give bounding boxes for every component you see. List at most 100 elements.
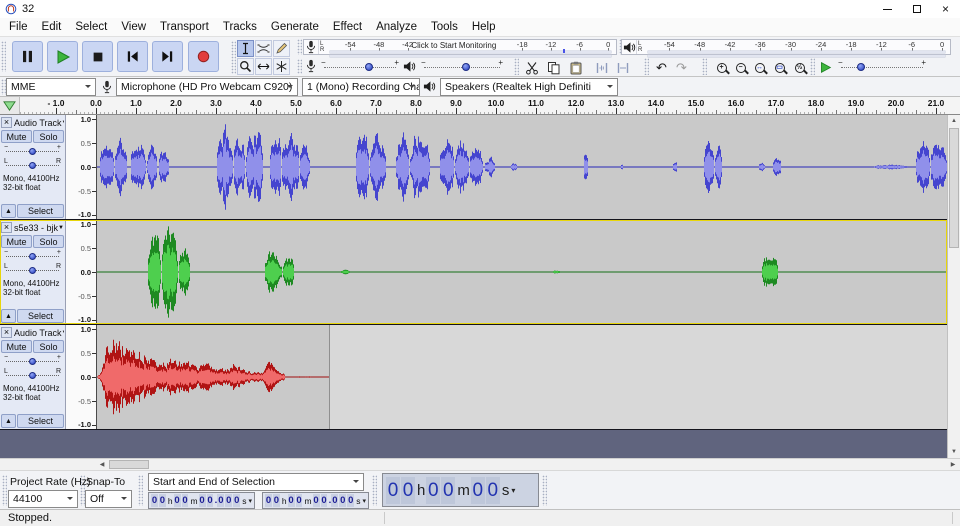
stop-button[interactable] <box>82 41 113 72</box>
zoomtool-tool-button[interactable] <box>237 58 254 75</box>
skipend-button[interactable] <box>152 41 183 72</box>
empty-track-area[interactable] <box>329 325 947 429</box>
slider-thumb[interactable] <box>29 358 36 365</box>
toolbar-grip[interactable] <box>138 475 143 506</box>
toolbar-grip[interactable] <box>514 58 519 75</box>
time-digit[interactable]: 0 <box>174 494 181 507</box>
close-button[interactable]: × <box>931 0 960 18</box>
redo-button[interactable]: ↷ <box>672 59 691 76</box>
zoom-sel-button[interactable]: ↔ <box>750 59 769 76</box>
select-button[interactable]: Select <box>17 309 64 323</box>
envelope-tool-button[interactable] <box>255 40 272 57</box>
menu-help[interactable]: Help <box>465 20 503 34</box>
toolbar-grip[interactable] <box>810 58 815 75</box>
scroll-down-button[interactable]: ▼ <box>948 446 960 458</box>
time-digit[interactable]: 0 <box>426 477 440 504</box>
play-at-speed-button[interactable] <box>816 59 835 76</box>
play-speed-slider[interactable]: −+ <box>838 59 926 73</box>
draw-tool-button[interactable] <box>273 40 290 57</box>
slider-thumb[interactable] <box>29 267 36 274</box>
scroll-up-button[interactable]: ▲ <box>948 115 960 127</box>
solo-button[interactable]: Solo <box>33 340 64 353</box>
slider-thumb[interactable] <box>29 162 36 169</box>
playback-device-select[interactable]: Speakers (Realtek High Definiti <box>440 78 618 96</box>
zoom-in-button[interactable]: + <box>712 59 731 76</box>
menu-view[interactable]: View <box>114 20 153 34</box>
time-digit[interactable]: 0 <box>347 494 354 507</box>
toolbar-grip[interactable] <box>372 475 377 506</box>
selection-tool-button[interactable] <box>237 40 254 57</box>
project-rate-select[interactable]: 44100 <box>8 490 78 508</box>
toolbar-grip[interactable] <box>702 58 707 75</box>
gain-slider[interactable]: −+ <box>4 144 61 157</box>
playback-volume-slider[interactable]: −+ <box>421 59 503 73</box>
maximize-button[interactable] <box>902 0 931 18</box>
recording-volume-slider[interactable]: −+ <box>321 59 399 73</box>
undo-button[interactable]: ↶ <box>652 59 671 76</box>
menu-file[interactable]: File <box>2 20 35 34</box>
tracks-empty-area[interactable] <box>0 430 947 458</box>
time-digit[interactable]: 0 <box>207 494 214 507</box>
time-digit[interactable]: 0 <box>486 477 500 504</box>
slider-thumb[interactable] <box>29 148 36 155</box>
time-digit[interactable]: 0 <box>225 494 232 507</box>
pan-slider[interactable]: LR <box>4 158 61 171</box>
waveform-track-1[interactable] <box>97 115 947 219</box>
menu-edit[interactable]: Edit <box>35 20 69 34</box>
select-button[interactable]: Select <box>17 204 64 218</box>
time-digit[interactable]: 0 <box>199 494 206 507</box>
audio-host-select[interactable]: MME <box>6 78 96 96</box>
minimize-button[interactable] <box>873 0 902 18</box>
menu-tools[interactable]: Tools <box>424 20 465 34</box>
zoom-fit-button[interactable]: ▭ <box>770 59 789 76</box>
vertical-scrollbar[interactable]: ▲▼ <box>947 115 960 458</box>
waveform-track-2[interactable] <box>97 220 947 324</box>
toolbar-grip[interactable] <box>644 58 649 75</box>
toolbar-grip[interactable] <box>231 41 236 74</box>
toolbar-grip[interactable] <box>1 41 6 72</box>
select-button[interactable]: Select <box>17 414 64 428</box>
track-title-menu[interactable]: s5e33 - bjk▼ <box>12 223 64 233</box>
toolbar-grip[interactable] <box>297 59 302 74</box>
selection-start-field[interactable]: 00h00m00.000s▾ <box>148 492 255 509</box>
slider-thumb[interactable] <box>365 63 373 71</box>
time-digit[interactable]: 0 <box>182 494 189 507</box>
timeshift-tool-button[interactable] <box>255 58 272 75</box>
menu-analyze[interactable]: Analyze <box>369 20 424 34</box>
toolbar-grip[interactable] <box>297 39 302 55</box>
collapse-button[interactable]: ▲ <box>1 204 16 218</box>
collapse-button[interactable]: ▲ <box>1 414 16 428</box>
pan-slider[interactable]: LR <box>4 263 61 276</box>
slider-thumb[interactable] <box>29 253 36 260</box>
gain-slider[interactable]: −+ <box>4 249 61 262</box>
horizontal-scrollbar[interactable]: ◀▶ <box>0 458 960 470</box>
multi-tool-button[interactable] <box>273 58 290 75</box>
zoom-toggle-button[interactable]: ½ <box>790 59 809 76</box>
time-digit[interactable]: 0 <box>321 494 328 507</box>
time-digit[interactable]: 0 <box>386 477 400 504</box>
paste-button[interactable] <box>566 59 585 76</box>
zoom-out-button[interactable]: − <box>731 59 750 76</box>
copy-button[interactable] <box>544 59 563 76</box>
gain-slider[interactable]: −+ <box>4 354 61 367</box>
pan-slider[interactable]: LR <box>4 368 61 381</box>
time-digit[interactable]: 0 <box>313 494 320 507</box>
menu-transport[interactable]: Transport <box>153 20 216 34</box>
track-close-button[interactable]: × <box>1 222 12 233</box>
snap-to-select[interactable]: Off <box>85 490 132 508</box>
mute-button[interactable]: Mute <box>1 130 32 143</box>
skipstart-button[interactable] <box>117 41 148 72</box>
horizontal-scroll-thumb[interactable] <box>109 460 149 469</box>
time-digit[interactable]: 0 <box>233 494 240 507</box>
timeline-ruler[interactable]: - 1.00.01.02.03.04.05.06.07.08.09.010.01… <box>0 97 960 115</box>
time-digit[interactable]: 0 <box>339 494 346 507</box>
recording-device-select[interactable]: Microphone (HD Pro Webcam C920) <box>116 78 298 96</box>
trim-button[interactable] <box>592 59 611 76</box>
solo-button[interactable]: Solo <box>33 130 64 143</box>
slider-thumb[interactable] <box>857 63 865 71</box>
play-button[interactable] <box>47 41 78 72</box>
time-digit[interactable]: 0 <box>217 494 224 507</box>
track-title-menu[interactable]: Audio Track▼ <box>12 118 64 128</box>
silence-button[interactable] <box>613 59 632 76</box>
time-digit[interactable]: 0 <box>288 494 295 507</box>
